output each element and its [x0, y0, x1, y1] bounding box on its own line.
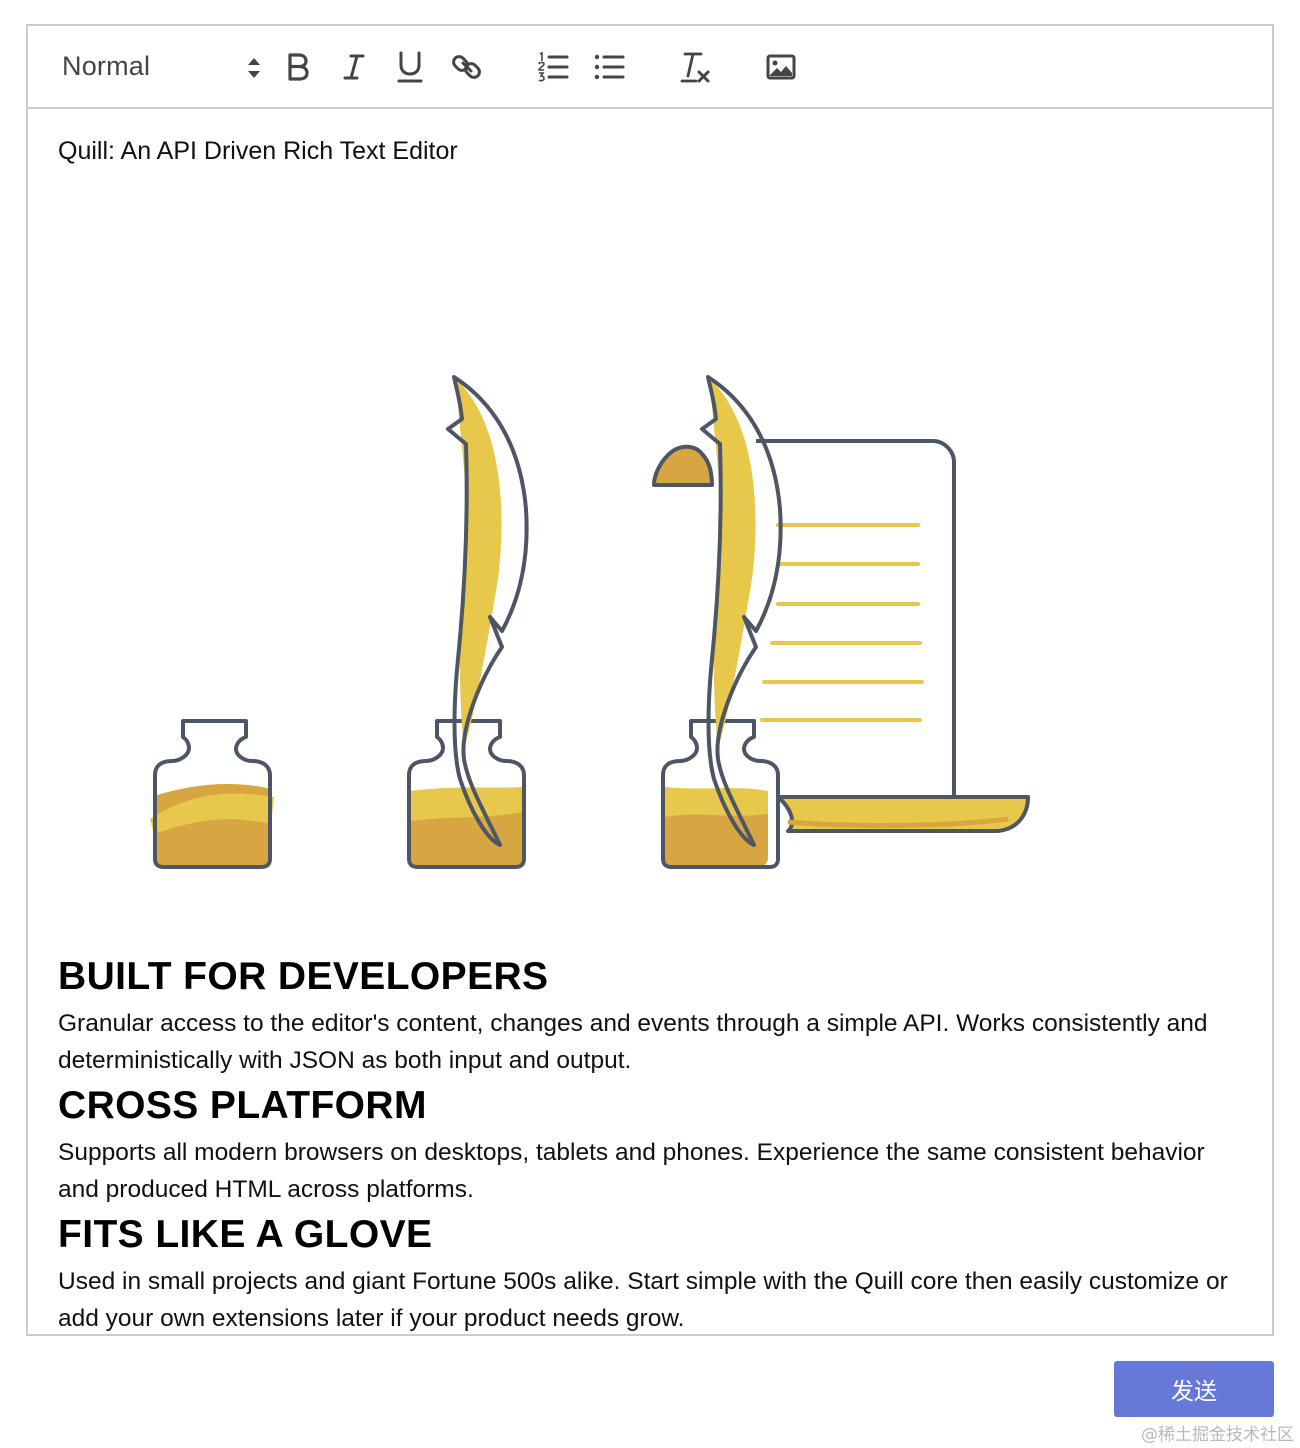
editor-container: Normal Quill: An API Driven Rich Text Ed…	[26, 24, 1274, 1336]
link-icon	[451, 51, 483, 83]
section-title: BUILT FOR DEVELOPERS	[58, 955, 549, 998]
header-picker-label: Normal	[62, 51, 151, 81]
inkwell-right	[652, 375, 1030, 869]
section-body: Granular access to the editor's content,…	[58, 1010, 1208, 1074]
toolbar: Normal	[28, 26, 1272, 109]
editor-first-line: Quill: An API Driven Rich Text Editor	[58, 137, 458, 165]
picker-arrows-icon	[246, 54, 262, 82]
section-title: CROSS PLATFORM	[58, 1084, 427, 1127]
ordered-list-button[interactable]	[532, 26, 574, 107]
quill-illustration	[88, 279, 1088, 869]
watermark: @稀土掘金技术社区	[1141, 1425, 1294, 1445]
link-button[interactable]	[446, 26, 488, 107]
bullet-list-icon	[593, 51, 625, 83]
image-button[interactable]	[760, 26, 802, 107]
section-title: FITS LIKE A GLOVE	[58, 1213, 433, 1256]
header-picker[interactable]: Normal	[62, 26, 260, 107]
italic-icon	[341, 51, 367, 83]
underline-button[interactable]	[390, 26, 430, 107]
inkwell-left	[150, 719, 274, 869]
bullet-list-button[interactable]	[588, 26, 630, 107]
image-icon	[766, 54, 796, 80]
send-button[interactable]: 发送	[1114, 1361, 1274, 1417]
bold-icon	[285, 51, 311, 83]
section-body: Used in small projects and giant Fortune…	[58, 1268, 1228, 1332]
bold-button[interactable]	[278, 26, 318, 107]
italic-button[interactable]	[334, 26, 374, 107]
ordered-list-icon	[537, 51, 569, 83]
clear-format-icon	[679, 50, 711, 84]
inkwell-middle	[407, 375, 529, 869]
underline-icon	[396, 50, 424, 84]
clear-format-button[interactable]	[674, 26, 716, 107]
section-body: Supports all modern browsers on desktops…	[58, 1139, 1205, 1203]
